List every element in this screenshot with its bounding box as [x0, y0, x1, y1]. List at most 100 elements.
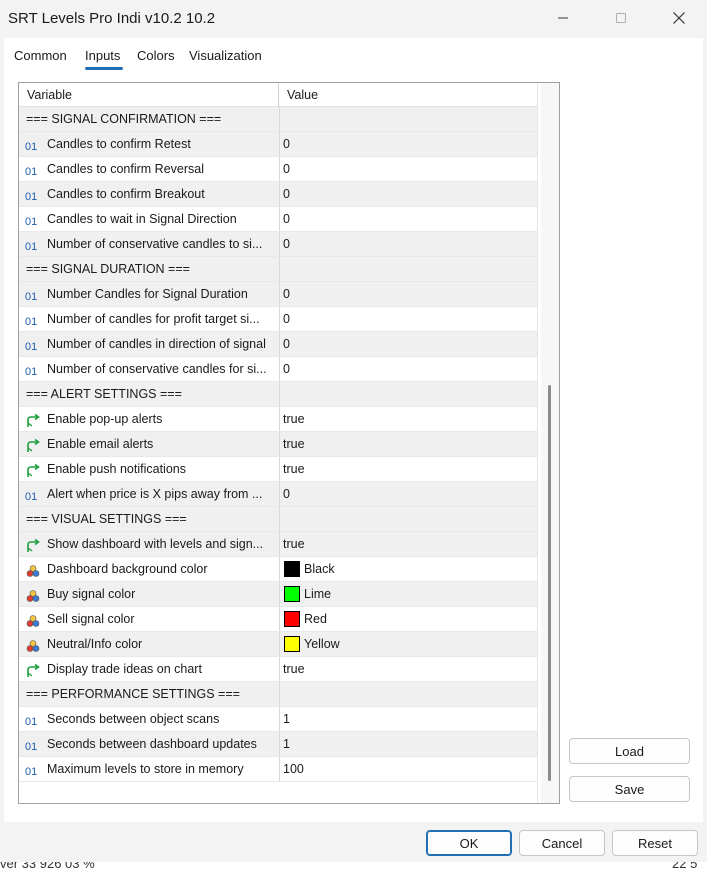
- value-cell[interactable]: true: [279, 532, 537, 556]
- parameter-label: Alert when price is X pips away from ...: [47, 487, 263, 501]
- load-button[interactable]: Load: [569, 738, 690, 764]
- parameter-label: Number Candles for Signal Duration: [47, 287, 248, 301]
- parameter-row[interactable]: 01 Candles to wait in Signal Direction 0: [19, 207, 537, 232]
- section-header-row[interactable]: === ALERT SETTINGS ===: [19, 382, 537, 407]
- parameter-row[interactable]: 01 Alert when price is X pips away from .…: [19, 482, 537, 507]
- value-cell[interactable]: 0: [279, 332, 537, 356]
- variable-cell: === ALERT SETTINGS ===: [19, 382, 278, 406]
- section-label: === ALERT SETTINGS ===: [26, 387, 182, 401]
- integer-icon: 01: [25, 287, 41, 303]
- color-circles-icon: [25, 562, 41, 577]
- parameter-label: Show dashboard with levels and sign...: [47, 537, 264, 551]
- value-cell[interactable]: 0: [279, 357, 537, 381]
- parameter-label: Display trade ideas on chart: [47, 662, 202, 676]
- color-swatch[interactable]: [284, 611, 300, 627]
- integer-value: 0: [283, 212, 290, 226]
- color-swatch[interactable]: [284, 636, 300, 652]
- integer-value: 0: [283, 162, 290, 176]
- value-cell[interactable]: 0: [279, 182, 537, 206]
- section-label: === SIGNAL DURATION ===: [26, 262, 190, 276]
- parameter-row[interactable]: Enable email alerts true: [19, 432, 537, 457]
- ok-button[interactable]: OK: [426, 830, 512, 856]
- tab-common[interactable]: Common: [14, 48, 67, 63]
- section-header-row[interactable]: === PERFORMANCE SETTINGS ===: [19, 682, 537, 707]
- parameter-row[interactable]: Enable pop-up alerts true: [19, 407, 537, 432]
- value-cell[interactable]: true: [279, 407, 537, 431]
- parameter-row[interactable]: Enable push notifications true: [19, 457, 537, 482]
- close-button[interactable]: [656, 0, 702, 36]
- integer-icon: 01: [25, 237, 41, 253]
- integer-value: 0: [283, 487, 290, 501]
- parameter-row[interactable]: 01 Maximum levels to store in memory 100: [19, 757, 537, 782]
- cancel-button[interactable]: Cancel: [519, 830, 605, 856]
- tab-inputs[interactable]: Inputs: [85, 48, 120, 63]
- value-cell[interactable]: Yellow: [279, 632, 537, 656]
- value-cell[interactable]: 100: [279, 757, 537, 781]
- parameter-row[interactable]: 01 Candles to confirm Retest 0: [19, 132, 537, 157]
- vertical-scrollbar[interactable]: [541, 83, 559, 803]
- value-cell: [279, 107, 537, 131]
- boolean-value: true: [283, 437, 305, 451]
- value-cell[interactable]: 1: [279, 707, 537, 731]
- variable-cell: Sell signal color: [19, 607, 278, 631]
- variable-cell: Enable push notifications: [19, 457, 278, 481]
- value-cell[interactable]: Red: [279, 607, 537, 631]
- color-value: Yellow: [304, 637, 340, 651]
- section-header-row[interactable]: === SIGNAL CONFIRMATION ===: [19, 107, 537, 132]
- color-circles-icon: [25, 612, 41, 627]
- value-cell[interactable]: true: [279, 432, 537, 456]
- section-header-row[interactable]: === VISUAL SETTINGS ===: [19, 507, 537, 532]
- parameter-label: Candles to confirm Breakout: [47, 187, 205, 201]
- column-separator[interactable]: [278, 83, 279, 107]
- value-cell[interactable]: 0: [279, 482, 537, 506]
- color-swatch[interactable]: [284, 561, 300, 577]
- column-header-variable[interactable]: Variable: [27, 83, 72, 107]
- parameter-label: Maximum levels to store in memory: [47, 762, 244, 776]
- parameter-row[interactable]: Buy signal color Lime: [19, 582, 537, 607]
- parameter-row[interactable]: 01 Seconds between dashboard updates 1: [19, 732, 537, 757]
- value-cell[interactable]: true: [279, 457, 537, 481]
- value-cell[interactable]: 0: [279, 282, 537, 306]
- value-cell[interactable]: 0: [279, 157, 537, 181]
- variable-cell: Enable email alerts: [19, 432, 278, 456]
- value-cell[interactable]: true: [279, 657, 537, 681]
- parameter-row[interactable]: Show dashboard with levels and sign... tr…: [19, 532, 537, 557]
- value-cell[interactable]: 0: [279, 132, 537, 156]
- value-cell[interactable]: 0: [279, 232, 537, 256]
- parameter-row[interactable]: Neutral/Info color Yellow: [19, 632, 537, 657]
- value-cell[interactable]: Lime: [279, 582, 537, 606]
- value-cell[interactable]: Black: [279, 557, 537, 581]
- section-header-row[interactable]: === SIGNAL DURATION ===: [19, 257, 537, 282]
- parameter-row[interactable]: 01 Candles to confirm Reversal 0: [19, 157, 537, 182]
- window-title: SRT Levels Pro Indi v10.2 10.2: [8, 10, 216, 27]
- inputs-grid: Variable Value === SIGNAL CONFIRMATION =…: [18, 82, 560, 804]
- integer-value: 1: [283, 712, 290, 726]
- value-cell[interactable]: 0: [279, 307, 537, 331]
- parameter-row[interactable]: 01 Number of conservative candles to si..…: [19, 232, 537, 257]
- parameter-row[interactable]: 01 Number of conservative candles for si.…: [19, 357, 537, 382]
- value-cell[interactable]: 0: [279, 207, 537, 231]
- parameter-row[interactable]: 01 Candles to confirm Breakout 0: [19, 182, 537, 207]
- color-circles-icon: [25, 637, 41, 652]
- maximize-button[interactable]: [598, 0, 644, 36]
- minimize-button[interactable]: [540, 0, 586, 36]
- svg-text:01: 01: [25, 141, 37, 153]
- tab-visualization[interactable]: Visualization: [189, 48, 262, 63]
- parameter-row[interactable]: 01 Number of candles for profit target si…: [19, 307, 537, 332]
- parameter-row[interactable]: 01 Seconds between object scans 1: [19, 707, 537, 732]
- section-label: === PERFORMANCE SETTINGS ===: [26, 687, 240, 701]
- save-button[interactable]: Save: [569, 776, 690, 802]
- tab-colors[interactable]: Colors: [137, 48, 175, 63]
- parameter-row[interactable]: 01 Number of candles in direction of sign…: [19, 332, 537, 357]
- svg-text:01: 01: [25, 741, 37, 753]
- column-header-value[interactable]: Value: [287, 83, 318, 107]
- parameter-row[interactable]: Dashboard background color Black: [19, 557, 537, 582]
- parameter-row[interactable]: 01 Number Candles for Signal Duration 0: [19, 282, 537, 307]
- svg-text:01: 01: [25, 241, 37, 253]
- value-cell[interactable]: 1: [279, 732, 537, 756]
- parameter-row[interactable]: Display trade ideas on chart true: [19, 657, 537, 682]
- reset-button[interactable]: Reset: [612, 830, 698, 856]
- scrollbar-thumb[interactable]: [548, 385, 551, 781]
- parameter-row[interactable]: Sell signal color Red: [19, 607, 537, 632]
- color-swatch[interactable]: [284, 586, 300, 602]
